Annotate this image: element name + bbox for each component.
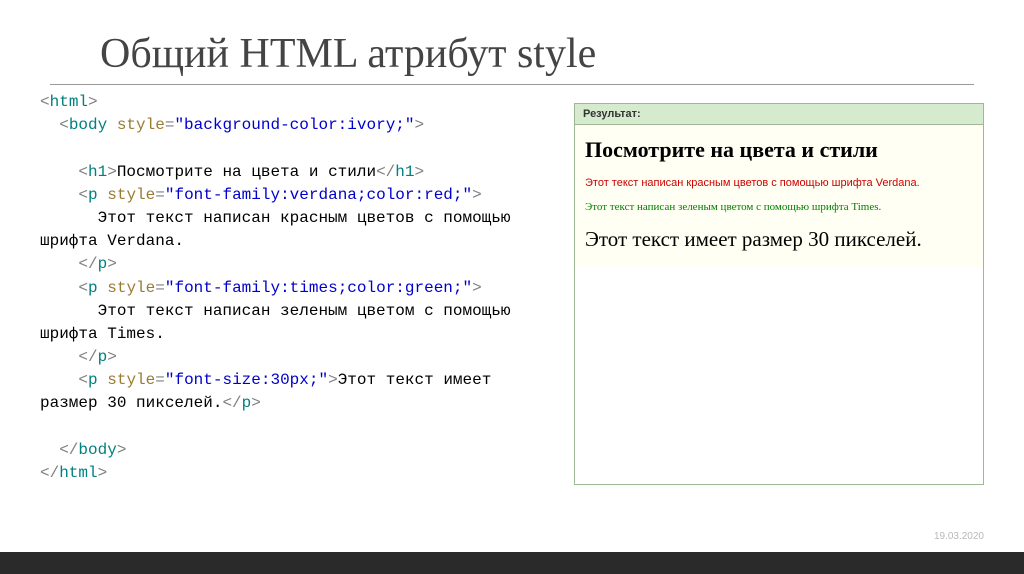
angle: > (107, 163, 117, 181)
val: "font-size:30px;" (165, 371, 328, 389)
content-row: <html> <body style="background-color:ivo… (40, 91, 984, 485)
space (107, 116, 117, 134)
tag: p (88, 186, 98, 204)
eq: = (155, 186, 165, 204)
tag: html (59, 464, 97, 482)
angle: </ (40, 464, 59, 482)
angle: < (78, 279, 88, 297)
result-header: Результат: (575, 104, 983, 125)
val: "font-family:verdana;color:red;" (165, 186, 472, 204)
attr: style (107, 371, 155, 389)
angle: > (472, 279, 482, 297)
slide-title: Общий HTML атрибут style (100, 30, 984, 78)
attr: style (107, 279, 155, 297)
bottom-bar (0, 552, 1024, 574)
angle: < (59, 116, 69, 134)
slide-date: 19.03.2020 (934, 531, 984, 542)
tag: h1 (88, 163, 107, 181)
angle: < (78, 186, 88, 204)
angle: </ (222, 394, 241, 412)
angle: > (117, 441, 127, 459)
attr: style (117, 116, 165, 134)
angle: > (415, 116, 425, 134)
angle: </ (78, 255, 97, 273)
space (98, 279, 108, 297)
text: Посмотрите на цвета и стили (117, 163, 376, 181)
tag: html (50, 93, 88, 111)
space (98, 186, 108, 204)
slide: Общий HTML атрибут style <html> <body st… (0, 0, 1024, 552)
angle: > (251, 394, 261, 412)
tag: p (98, 255, 108, 273)
tag: body (78, 441, 116, 459)
angle: > (98, 464, 108, 482)
angle: > (107, 348, 117, 366)
angle: > (328, 371, 338, 389)
angle: > (107, 255, 117, 273)
eq: = (155, 279, 165, 297)
tag: p (88, 279, 98, 297)
angle: > (472, 186, 482, 204)
title-divider (50, 84, 974, 85)
text: Этот текст написан зеленым цветом с помо… (40, 302, 520, 343)
angle: < (40, 93, 50, 111)
result-heading: Посмотрите на цвета и стили (585, 137, 973, 163)
tag: p (88, 371, 98, 389)
val: "font-family:times;color:green;" (165, 279, 472, 297)
angle: < (78, 163, 88, 181)
tag: p (242, 394, 252, 412)
angle: < (78, 371, 88, 389)
result-green-text: Этот текст написан зеленым цветом с помо… (585, 201, 973, 213)
eq: = (155, 371, 165, 389)
tag: h1 (395, 163, 414, 181)
angle: </ (59, 441, 78, 459)
val: "background-color:ivory;" (174, 116, 414, 134)
result-red-text: Этот текст написан красным цветов с помо… (585, 177, 973, 189)
angle: > (414, 163, 424, 181)
code-block: <html> <body style="background-color:ivo… (40, 91, 554, 485)
space (98, 371, 108, 389)
angle: </ (376, 163, 395, 181)
result-body: Посмотрите на цвета и стили Этот текст н… (575, 125, 983, 268)
eq: = (165, 116, 175, 134)
result-panel: Результат: Посмотрите на цвета и стили Э… (574, 103, 984, 485)
tag: p (98, 348, 108, 366)
text: Этот текст написан красным цветов с помо… (40, 209, 520, 250)
angle: </ (78, 348, 97, 366)
attr: style (107, 186, 155, 204)
angle: > (88, 93, 98, 111)
tag: body (69, 116, 107, 134)
result-big-text: Этот текст имеет размер 30 пикселей. (585, 227, 973, 252)
